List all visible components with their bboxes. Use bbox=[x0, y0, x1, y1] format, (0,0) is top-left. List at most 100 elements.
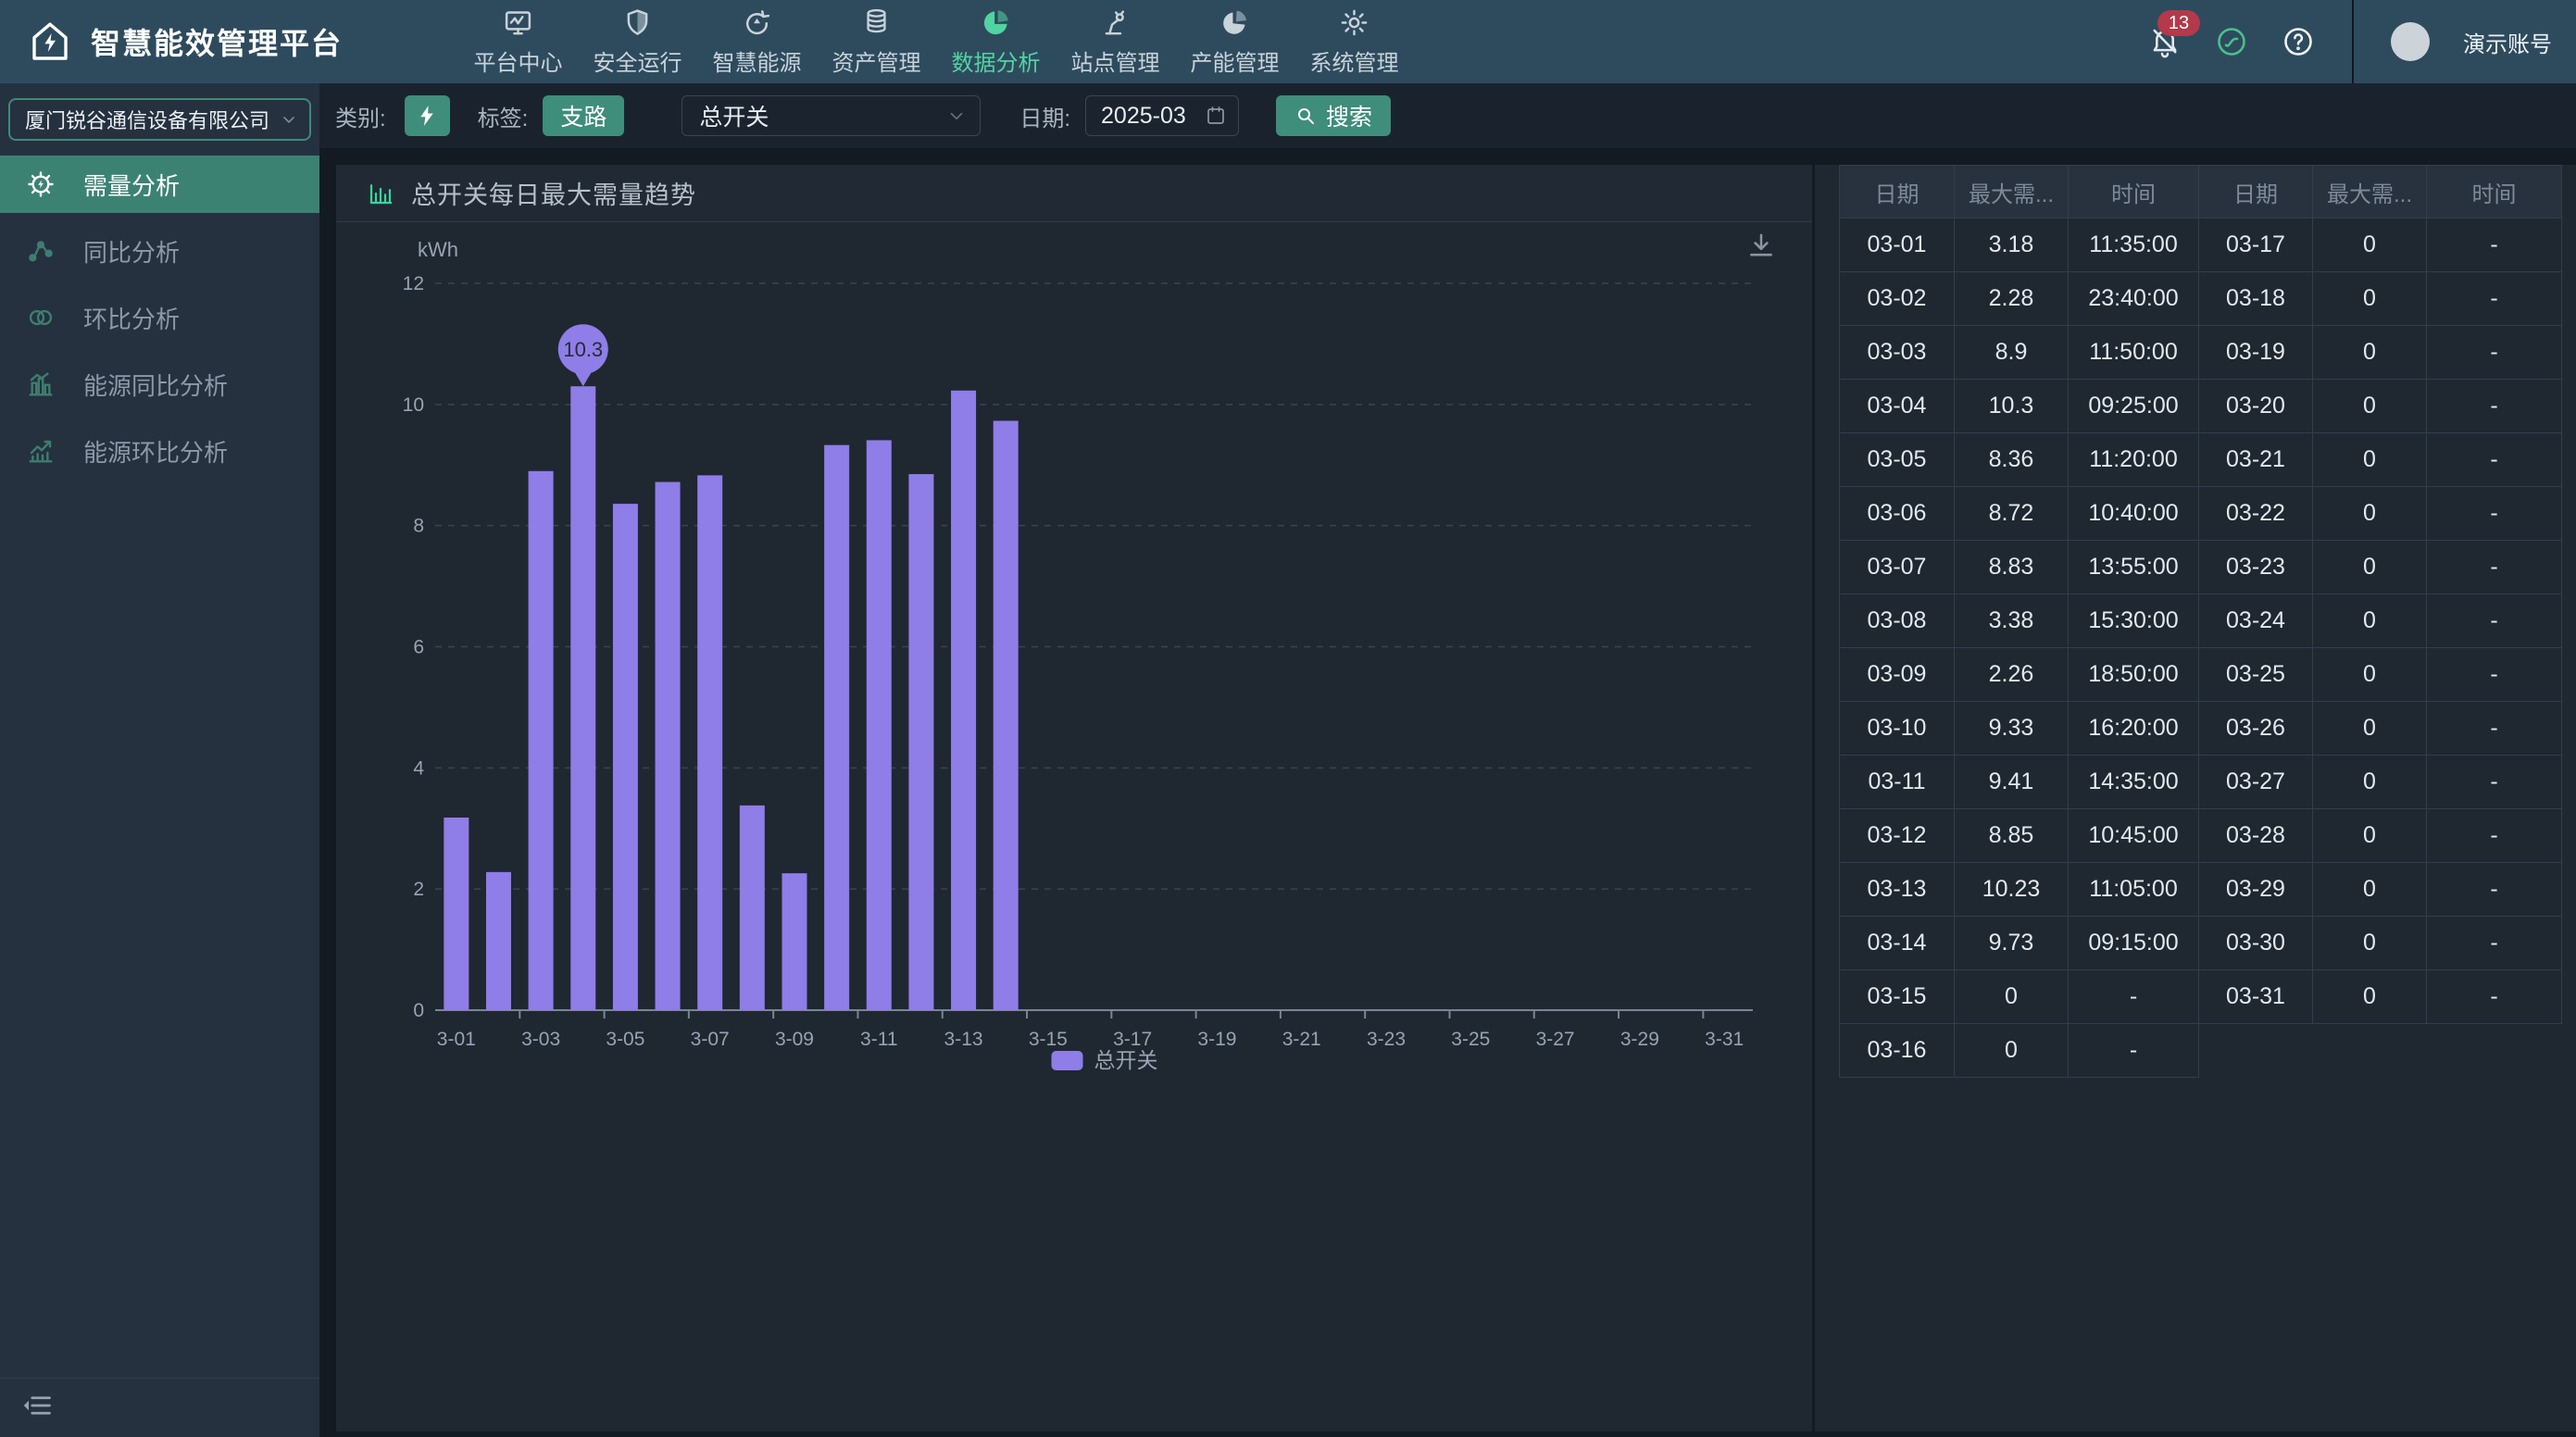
x-axis-label: 3-19 bbox=[1197, 1029, 1236, 1050]
table-cell: 03-04 bbox=[1840, 380, 1955, 433]
nav-item-safe-operation[interactable]: 安全运行 bbox=[592, 7, 683, 77]
table-row: 03-078.8313:55:0003-230- bbox=[1840, 541, 2562, 594]
table-cell: 0 bbox=[1955, 970, 2069, 1024]
table-cell: 8.9 bbox=[1955, 326, 2069, 380]
sidebar-item-demand-analysis[interactable]: 需量分析 bbox=[0, 156, 319, 213]
help-icon[interactable] bbox=[2282, 25, 2315, 58]
table-cell: 9.41 bbox=[1955, 756, 2069, 809]
table-cell: 03-13 bbox=[1840, 863, 1955, 917]
nav-label: 产能管理 bbox=[1191, 44, 1280, 77]
sidebar-item-yoy-analysis[interactable]: 同比分析 bbox=[0, 222, 319, 280]
table-row: 03-0410.309:25:0003-200- bbox=[1840, 380, 2562, 433]
nav-item-system-management[interactable]: 系统管理 bbox=[1308, 7, 1400, 77]
house-bolt-logo-icon bbox=[28, 19, 72, 64]
sidebar-item-mom-analysis[interactable]: 环比分析 bbox=[0, 289, 319, 346]
lightning-bolt-icon bbox=[415, 104, 439, 128]
table-cell: 03-24 bbox=[2199, 594, 2313, 648]
robot-arm-icon bbox=[1100, 7, 1131, 38]
table-cell: 0 bbox=[1955, 1024, 2069, 1078]
chart-bar[interactable] bbox=[740, 806, 765, 1010]
table-cell: 03-09 bbox=[1840, 648, 1955, 702]
chart-bar[interactable] bbox=[867, 440, 892, 1010]
table-cell: 03-23 bbox=[2199, 541, 2313, 594]
chart-bar[interactable] bbox=[656, 482, 681, 1010]
chart-bar[interactable] bbox=[570, 386, 595, 1010]
x-axis-label: 3-25 bbox=[1451, 1029, 1490, 1050]
switch-select[interactable]: 总开关 bbox=[682, 95, 981, 136]
table-cell: 03-07 bbox=[1840, 541, 1955, 594]
table-cell: 03-06 bbox=[1840, 487, 1955, 541]
nav-label: 资产管理 bbox=[832, 44, 921, 77]
calendar-icon bbox=[1205, 105, 1227, 127]
status-gauge-icon[interactable] bbox=[2215, 25, 2248, 58]
search-button[interactable]: 搜索 bbox=[1276, 95, 1391, 136]
chart-bar[interactable] bbox=[994, 420, 1019, 1010]
sidebar: 厦门锐谷通信设备有限公司 需量分析 同比分析 环比分析 能源同比分析 bbox=[0, 83, 319, 1437]
chart-bar[interactable] bbox=[782, 873, 807, 1010]
category-electric-button[interactable] bbox=[405, 95, 450, 136]
table-cell: 03-19 bbox=[2199, 326, 2313, 380]
table-cell: 3.38 bbox=[1955, 594, 2069, 648]
legend-swatch[interactable] bbox=[1052, 1051, 1083, 1070]
date-picker[interactable]: 2025-03 bbox=[1085, 95, 1239, 136]
x-axis-label: 3-03 bbox=[521, 1029, 560, 1050]
sidebar-item-energy-mom-analysis[interactable]: 能源环比分析 bbox=[0, 422, 319, 480]
table-cell: 0 bbox=[2313, 326, 2427, 380]
nav-item-data-analysis[interactable]: 数据分析 bbox=[950, 7, 1042, 77]
table-row: 03-058.3611:20:0003-210- bbox=[1840, 433, 2562, 487]
company-select[interactable]: 厦门锐谷通信设备有限公司 bbox=[8, 98, 311, 141]
main-content: 类别: 标签: 支路 总开关 日期: 2025-03 搜索 bbox=[319, 83, 2576, 1437]
notifications-button[interactable]: 13 bbox=[2148, 25, 2182, 58]
brand: 智慧能效管理平台 bbox=[0, 19, 435, 64]
table-header-cell: 时间 bbox=[2069, 166, 2199, 219]
app-title: 智慧能效管理平台 bbox=[91, 20, 343, 63]
x-axis-label: 3-09 bbox=[775, 1029, 814, 1050]
app-screen: 智慧能效管理平台 平台中心 安全运行 智慧能源 资产管理 数据分析 bbox=[0, 0, 2576, 1437]
nav-item-capacity-management[interactable]: 产能管理 bbox=[1189, 7, 1281, 77]
chart-bar[interactable] bbox=[486, 872, 511, 1010]
legend-label[interactable]: 总开关 bbox=[1094, 1048, 1158, 1072]
notification-badge: 13 bbox=[2157, 10, 2200, 36]
table-cell: 03-18 bbox=[2199, 272, 2313, 326]
chart-bar[interactable] bbox=[697, 475, 722, 1010]
tag-branch-button[interactable]: 支路 bbox=[543, 95, 624, 136]
table-cell: - bbox=[2427, 380, 2562, 433]
chart-bar[interactable] bbox=[824, 445, 849, 1010]
table-cell: 03-08 bbox=[1840, 594, 1955, 648]
table-cell: - bbox=[2427, 487, 2562, 541]
recycle-icon bbox=[742, 7, 772, 38]
nav-item-smart-energy[interactable]: 智慧能源 bbox=[711, 7, 803, 77]
table-cell: 0 bbox=[2313, 594, 2427, 648]
daily-demand-table: 日期最大需...时间日期最大需...时间 03-013.1811:35:0003… bbox=[1839, 165, 2562, 1078]
y-axis-label: 8 bbox=[413, 516, 424, 537]
sidebar-item-label: 同比分析 bbox=[83, 234, 180, 269]
table-row: 03-092.2618:50:0003-250- bbox=[1840, 648, 2562, 702]
bar-chart-icon bbox=[26, 369, 56, 399]
x-axis-label: 3-01 bbox=[437, 1029, 476, 1050]
table-cell: 9.73 bbox=[1955, 917, 2069, 970]
table-cell: 23:40:00 bbox=[2069, 272, 2199, 326]
chart-bar[interactable] bbox=[951, 391, 976, 1010]
table-row: 03-068.7210:40:0003-220- bbox=[1840, 487, 2562, 541]
table-header-cell: 最大需... bbox=[2313, 166, 2427, 219]
table-cell: 0 bbox=[2313, 272, 2427, 326]
nav-item-platform-center[interactable]: 平台中心 bbox=[472, 7, 564, 77]
collapse-sidebar-icon[interactable] bbox=[20, 1389, 54, 1422]
table-cell: 03-16 bbox=[1840, 1024, 1955, 1078]
nav-item-site-management[interactable]: 站点管理 bbox=[1069, 7, 1161, 77]
username[interactable]: 演示账号 bbox=[2463, 26, 2552, 58]
sidebar-item-energy-yoy-analysis[interactable]: 能源同比分析 bbox=[0, 356, 319, 413]
y-axis-label: 10 bbox=[403, 394, 424, 416]
table-cell: 03-30 bbox=[2199, 917, 2313, 970]
chevron-down-icon bbox=[946, 106, 967, 126]
chart-bar[interactable] bbox=[908, 474, 933, 1010]
avatar[interactable] bbox=[2391, 22, 2430, 61]
table-cell: 03-25 bbox=[2199, 648, 2313, 702]
chart-bar[interactable] bbox=[613, 504, 638, 1010]
table-cell: - bbox=[2069, 970, 2199, 1024]
switch-select-value: 总开关 bbox=[699, 99, 769, 132]
chart-bar[interactable] bbox=[444, 818, 469, 1010]
chart-bar[interactable] bbox=[529, 471, 554, 1010]
table-cell: 03-26 bbox=[2199, 702, 2313, 756]
nav-item-asset-management[interactable]: 资产管理 bbox=[831, 7, 922, 77]
